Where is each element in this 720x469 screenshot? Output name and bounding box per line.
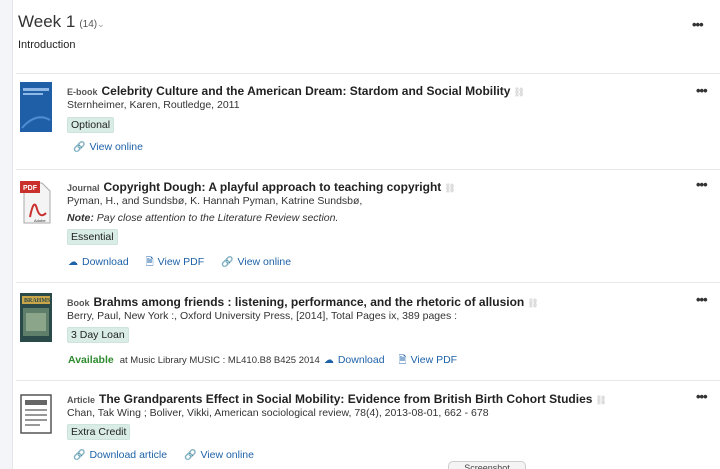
article-icon [20,394,52,434]
loan-tag: 3 Day Loan [67,327,129,343]
item-type: E-book [67,87,98,97]
link-icon[interactable]: ⛓ [595,395,606,405]
week-subtitle: Introduction [18,39,76,51]
book-cover-thumbnail [20,82,52,132]
item-citation: Sternheimer, Karen, Routledge, 2011 [67,99,240,111]
item-type: Journal [67,183,100,193]
link-icon: 🔗 [184,450,197,461]
download-button[interactable]: ☁ Download [324,354,385,366]
week-menu-button[interactable]: ••• [692,17,704,32]
item-title[interactable]: Celebrity Culture and the American Dream… [102,84,511,98]
item-note: Note: Pay close attention to the Literat… [67,212,339,224]
item-title[interactable]: Brahms among friends : listening, perfor… [94,295,525,309]
svg-text:BRAHMS: BRAHMS [24,298,51,304]
chevron-down-icon[interactable]: ⌄ [97,19,105,29]
list-item: BRAHMS Book Brahms among friends : listen… [16,282,720,380]
item-menu-button[interactable]: ••• [696,292,708,307]
screenshot-tab[interactable]: Screenshot [448,461,526,469]
item-citation: Berry, Paul, New York :, Oxford Universi… [67,310,458,322]
download-button[interactable]: ☁ Download [68,256,129,268]
shelf-location: at Music Library MUSIC : ML410.B8 B425 2… [119,355,320,366]
link-icon: 🔗 [221,257,234,268]
svg-text:Adobe: Adobe [34,218,46,223]
item-menu-button[interactable]: ••• [696,83,708,98]
list-item: PDF Adobe Journal Copyright Dough: A play… [16,169,720,282]
list-item: Article The Grandparents Effect in Social… [16,380,720,469]
pdf-file-icon: 🗎 [398,355,407,366]
download-article-link[interactable]: 🔗 Download article [73,449,167,461]
cloud-download-icon: ☁ [323,355,334,366]
importance-tag: Optional [67,117,115,133]
item-type: Article [67,395,96,405]
item-menu-button[interactable]: ••• [696,389,708,404]
pdf-icon: PDF Adobe [20,181,51,224]
view-online-link[interactable]: 🔗 View online [73,141,143,153]
view-online-link[interactable]: 🔗 View online [221,256,291,268]
link-icon: 🔗 [73,142,86,153]
view-pdf-link[interactable]: 🗎 View PDF [399,354,458,366]
link-icon[interactable]: ⛓ [513,87,524,97]
item-citation: Pyman, H., and Sundsbø, K. Hannah Pyman,… [67,195,363,207]
item-count: (14) [79,19,98,30]
importance-tag: Extra Credit [67,424,131,440]
cloud-download-icon: ☁ [68,257,78,268]
pdf-file-icon: 🗎 [145,257,154,268]
svg-text:PDF: PDF [23,185,38,192]
link-icon[interactable]: ⛓ [527,298,538,308]
item-title[interactable]: Copyright Dough: A playful approach to t… [104,180,442,194]
importance-tag: Essential [67,229,118,245]
view-online-link[interactable]: 🔗 View online [184,449,254,461]
item-menu-button[interactable]: ••• [696,177,708,192]
view-pdf-link[interactable]: 🗎 View PDF [146,256,205,268]
list-item: E-book Celebrity Culture and the American… [16,73,720,169]
week-header: Week 1 (14)⌄ [18,12,105,32]
link-icon[interactable]: ⛓ [444,183,455,193]
item-type: Book [67,298,90,308]
book-cover-thumbnail: BRAHMS [20,293,52,342]
availability-status: Available [68,354,114,366]
link-icon: 🔗 [73,450,86,461]
week-title: Week 1 [18,12,76,31]
item-citation: Chan, Tak Wing ; Boliver, Vikki, America… [67,407,489,419]
item-title[interactable]: The Grandparents Effect in Social Mobili… [99,392,592,406]
